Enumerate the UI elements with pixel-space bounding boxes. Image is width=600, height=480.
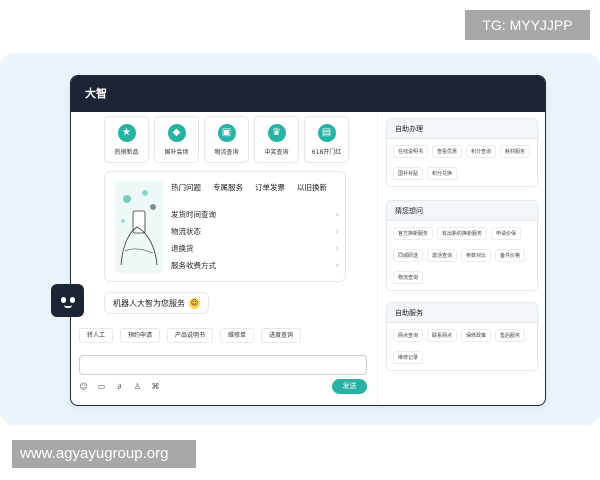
watermark-top: TG: MYYJJPP [465,10,590,40]
faq-item[interactable]: 退换货 › [171,240,339,257]
thumbs-up-icon[interactable]: ♙ [133,382,142,391]
robot-avatar-icon[interactable] [51,284,84,317]
panel-chip[interactable]: 维修记录 [393,351,424,364]
star-icon: ★ [117,123,136,142]
quick-action-hot[interactable]: ★ 热销新品 [104,116,149,163]
faq-card: 热门问题 专属服务 订单发票 以旧换新 发货时间查询 › 物流状态 › 退换货 › 服… [104,171,346,282]
side-panels: 自助办理 在线说明书 查看优惠 积分查询 耗材服务 国补补贴 积分兑换 猜您想问… [377,112,545,405]
watermark-bottom: www.agyayugroup.org [12,440,196,468]
send-button[interactable]: 发送 [332,379,367,394]
image-icon[interactable]: ▭ [97,382,106,391]
chevron-right-icon: › [335,209,339,220]
panel-chip[interactable]: 保修政策 [461,329,492,342]
panel-chip[interactable]: 参数对比 [461,249,492,262]
panel-title: 自助办理 [387,119,537,139]
panel-title: 自助服务 [387,303,537,323]
robot-eye [70,297,75,303]
faq-list: 发货时间查询 › 物流状态 › 退换货 › 服务收费方式 › [171,206,339,274]
panel-title: 猜您想问 [387,201,537,221]
quick-actions: ★ 热销新品 ◆ 国补会场 ▣ 物流查询 ♛ 中奖查询 ▤ 618开门红 [104,116,349,163]
faq-tabs: 热门问题 专属服务 订单发票 以旧换新 [171,182,327,193]
chat-window: 大智 ★ 热销新品 ◆ 国补会场 ▣ 物流查询 ♛ 中奖查询 ▤ 618开门红 [70,75,546,406]
service-buttons: 转人工 预约申请 产品说明书 维修单 进度查询 [79,328,302,343]
appointment-button[interactable]: 预约申请 [120,328,161,343]
panel-chip[interactable]: 同城研送 [393,249,424,262]
self-service-panel: 自助办理 在线说明书 查看优惠 积分查询 耗材服务 国补补贴 积分兑换 [386,118,538,187]
faq-item[interactable]: 服务收费方式 › [171,257,339,274]
faq-item[interactable]: 物流状态 › [171,223,339,240]
translate-icon[interactable]: ⌘ [151,382,160,391]
panel-chip[interactable]: 耗材服务 [500,145,531,158]
quick-action-subsidy[interactable]: ◆ 国补会场 [154,116,199,163]
panel-chip[interactable]: 网点查询 [393,329,424,342]
transfer-human-button[interactable]: 转人工 [79,328,114,343]
tab-exclusive-service[interactable]: 专属服务 [213,182,243,193]
panel-chip[interactable]: 国补补贴 [393,167,424,180]
tab-trade-in[interactable]: 以旧换新 [297,182,327,193]
quick-action-618[interactable]: ▤ 618开门红 [304,116,349,163]
chevron-right-icon: › [335,260,339,271]
robot-eye [61,297,66,303]
faq-illustration [115,181,163,273]
panel-chip[interactable]: 有出新的换新服务 [437,227,488,240]
gift-icon: ▤ [317,123,336,142]
tab-hot-questions[interactable]: 热门问题 [171,182,201,193]
panel-chip[interactable]: 官方换新服务 [393,227,434,240]
progress-query-button[interactable]: 进度查询 [261,328,302,343]
panel-chip[interactable]: 申请价保 [491,227,522,240]
panel-chip[interactable]: 积分兑换 [427,167,458,180]
chat-area: ★ 热销新品 ◆ 国补会场 ▣ 物流查询 ♛ 中奖查询 ▤ 618开门红 热门问… [71,112,377,405]
panel-chip[interactable]: 联系网点 [427,329,458,342]
window-title: 大智 [71,76,545,112]
emoji-icon[interactable]: ☺ [79,382,88,391]
message-input[interactable] [79,355,367,375]
faq-item[interactable]: 发货时间查询 › [171,206,339,223]
trophy-icon: ♛ [267,123,286,142]
quick-action-prize[interactable]: ♛ 中奖查询 [254,116,299,163]
panel-chip[interactable]: 查看优惠 [432,145,463,158]
chevron-right-icon: › [335,226,339,237]
guess-questions-panel: 猜您想问 官方换新服务 有出新的换新服务 申请价保 同城研送 激活查询 参数对比… [386,200,538,291]
repair-order-button[interactable]: 维修单 [220,328,255,343]
truck-icon: ▣ [217,123,236,142]
bot-message-bubble: 机器人大智为您服务 ☺ [104,292,209,314]
panel-chip[interactable]: 在线说明书 [393,145,429,158]
manual-button[interactable]: 产品说明书 [167,328,214,343]
input-toolbar: ☺ ▭ ∂ ♙ ⌘ [79,382,160,391]
robot-mouth [64,305,72,308]
attachment-icon[interactable]: ∂ [115,382,124,391]
panel-chip[interactable]: 备件价格 [495,249,526,262]
panel-chip[interactable]: 积分查询 [466,145,497,158]
panel-chip[interactable]: 物流查询 [393,271,424,284]
quick-action-logistics[interactable]: ▣ 物流查询 [204,116,249,163]
tab-order-invoice[interactable]: 订单发票 [255,182,285,193]
chevron-right-icon: › [335,243,339,254]
smile-emoji-icon: ☺ [189,297,200,309]
badge-icon: ◆ [167,123,186,142]
bot-message-text: 机器人大智为您服务 [113,298,185,308]
self-help-panel: 自助服务 网点查询 联系网点 保修政策 售后服务 维修记录 [386,302,538,371]
panel-chip[interactable]: 售后服务 [495,329,526,342]
panel-chip[interactable]: 激活查询 [427,249,458,262]
